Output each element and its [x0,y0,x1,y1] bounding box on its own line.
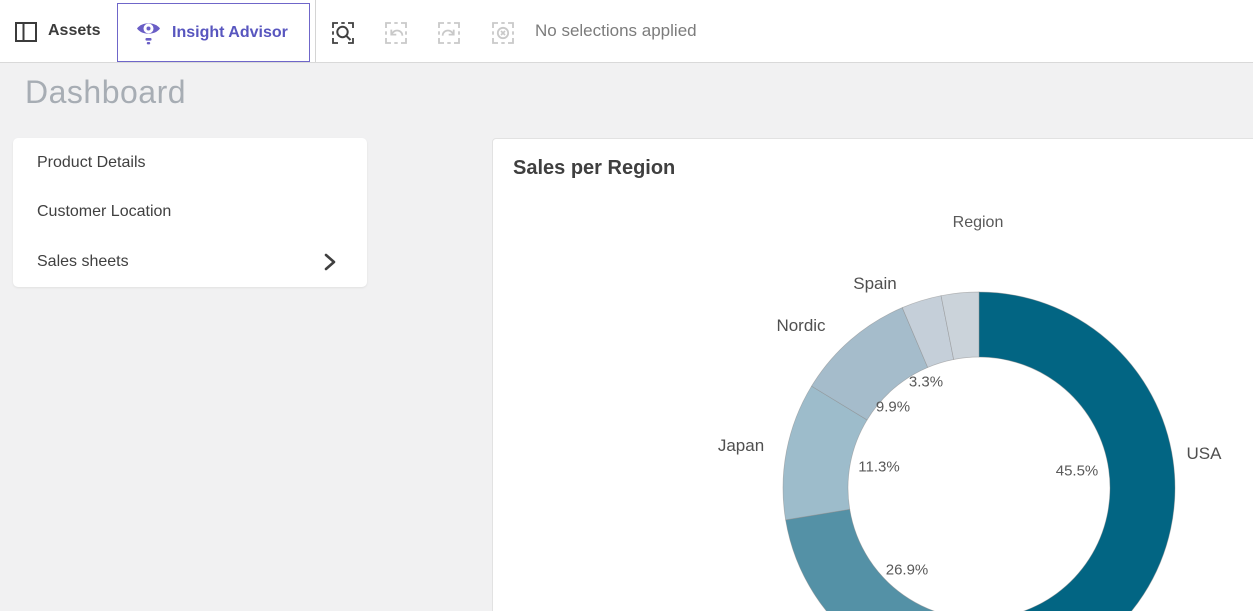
slice-name-label-spain: Spain [853,274,896,294]
assets-button[interactable]: Assets [14,0,100,62]
chart-title: Sales per Region [513,157,675,180]
insight-advisor-icon [135,18,162,47]
sheet-item-customer-location[interactable]: Customer Location [13,188,367,238]
slice-pct-label-3-3: 3.3% [909,374,943,391]
selections-status: No selections applied [535,0,697,62]
slice-name-label-usa: USA [1187,444,1222,464]
slice-pct-label-26-9: 26.9% [886,562,929,579]
page-title: Dashboard [25,74,186,111]
sheet-list-panel: Product Details Customer Location Sales sh… [13,138,367,287]
insight-advisor-label: Insight Advisor [172,24,288,42]
slice-pct-label-11-3: 11.3% [858,459,899,476]
chevron-right-icon [323,253,337,271]
sales-per-region-chart: Sales per Region Region USA Japan Nordic Sp… [492,138,1253,611]
smart-search-icon [330,20,356,46]
dimension-label: Region [953,214,1004,232]
panel-left-icon [14,19,38,44]
redo-selection-icon [436,20,462,46]
slice-name-label-japan: Japan [718,436,764,456]
undo-selection-button[interactable] [383,20,409,46]
top-toolbar: Assets Insight Advisor [0,0,1253,63]
sheet-item-label: Product Details [37,154,146,172]
sheet-item-label: Sales sheets [37,253,129,271]
undo-selection-icon [383,20,409,46]
sheet-item-label: Customer Location [37,203,171,221]
donut-slice-usa[interactable] [979,292,1175,611]
sheet-item-product-details[interactable]: Product Details [13,138,367,188]
toolbar-divider [315,0,316,62]
redo-selection-button[interactable] [436,20,462,46]
donut-slice-unlabeled-2[interactable] [786,509,1034,611]
smart-search-button[interactable] [330,20,356,46]
slice-pct-label-9-9: 9.9% [876,399,910,416]
app-screen: Assets Insight Advisor [0,0,1253,611]
assets-label: Assets [48,22,100,40]
sheet-item-sales-sheets[interactable]: Sales sheets [13,237,367,287]
clear-selections-icon [490,20,516,46]
slice-name-label-nordic: Nordic [776,316,825,336]
insight-advisor-button[interactable]: Insight Advisor [117,3,310,62]
slice-pct-label-45-5: 45.5% [1056,463,1099,480]
clear-selections-button[interactable] [490,20,516,46]
